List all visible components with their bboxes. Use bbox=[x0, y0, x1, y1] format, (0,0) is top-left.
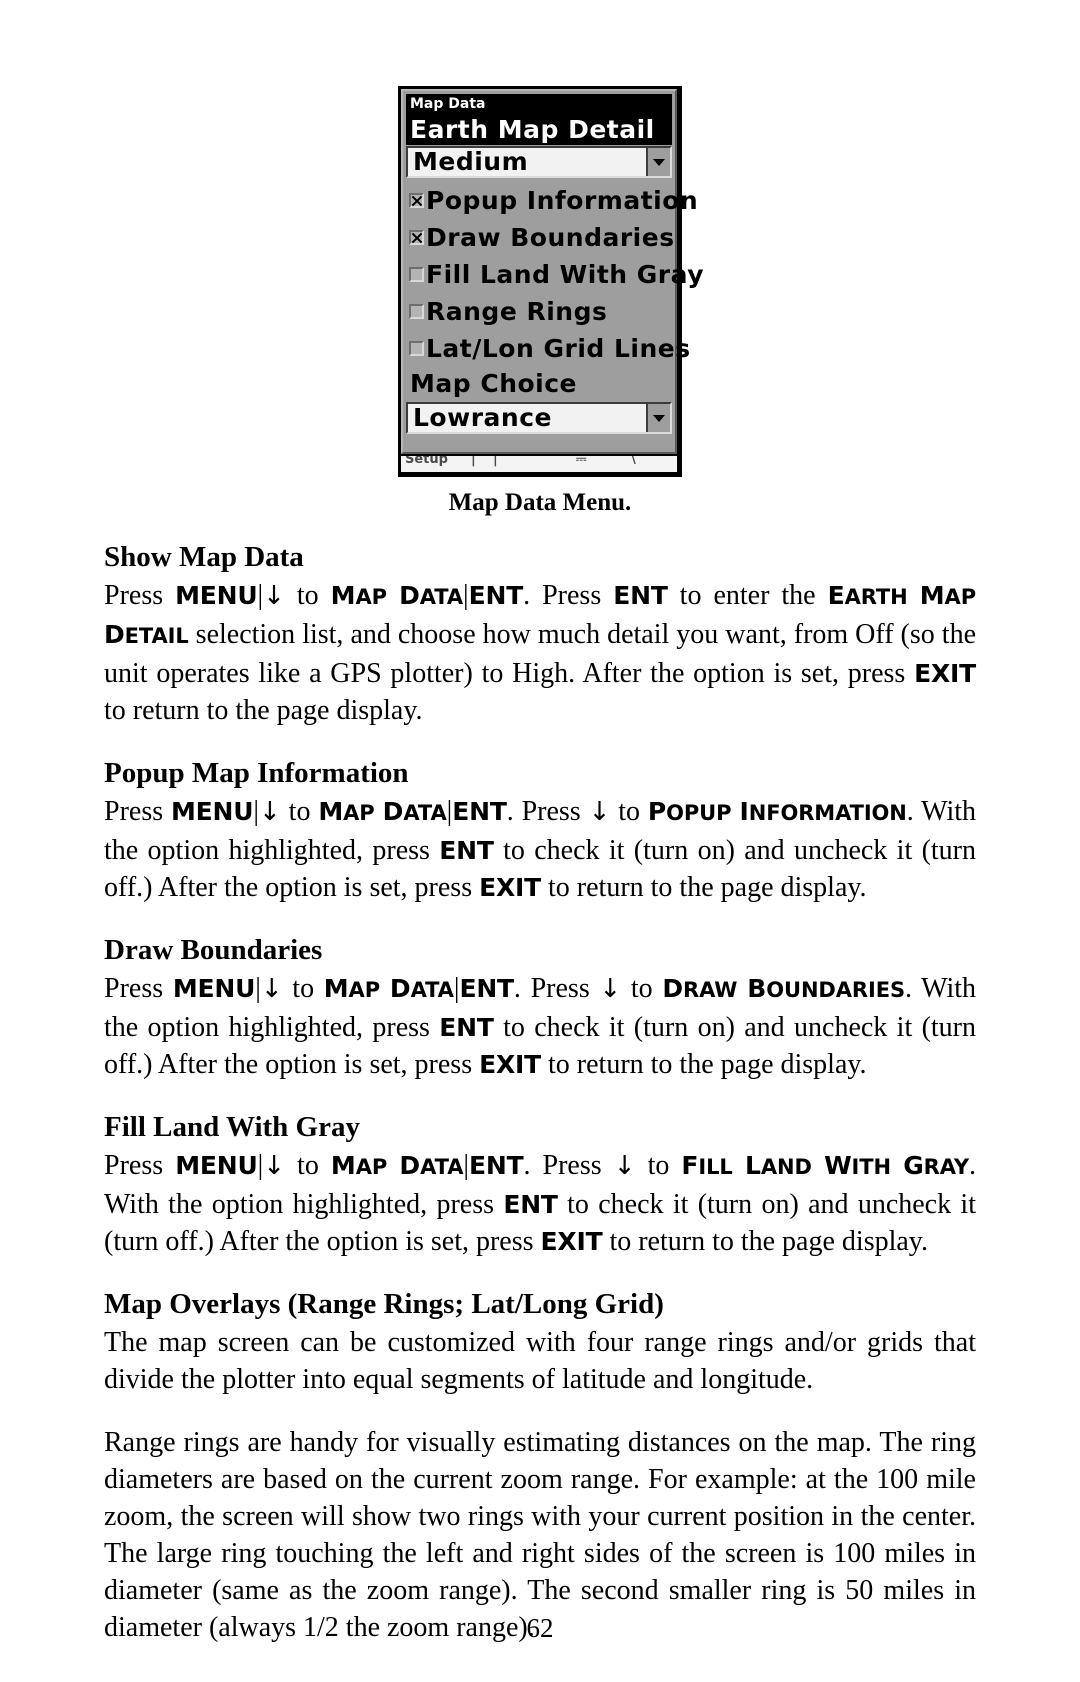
arrow-down-icon: ↓ bbox=[263, 1151, 285, 1181]
menu-checkbox-label: Draw Boundaries bbox=[426, 222, 675, 252]
content-section: Show Map Data Press MENU|↓ to MAP DATA|EN… bbox=[104, 539, 976, 729]
menu-checkbox-lat-lon-grid-lines[interactable]: Lat/Lon Grid Lines bbox=[406, 330, 690, 367]
menu-clipped-row: Setup | | ⎓ \ bbox=[401, 454, 677, 472]
checkbox-unchecked-icon[interactable] bbox=[409, 304, 424, 319]
key-label: EXIT bbox=[540, 1227, 603, 1256]
checkbox-unchecked-icon[interactable] bbox=[409, 267, 424, 282]
checkbox-checked-icon[interactable] bbox=[409, 230, 424, 245]
page-number: 62 bbox=[526, 1613, 554, 1643]
menu-checkbox-draw-boundaries[interactable]: Draw Boundaries bbox=[406, 219, 675, 256]
section-heading: Show Map Data bbox=[104, 541, 304, 573]
menu-titlebar: Map Data bbox=[406, 94, 672, 114]
menu-checkbox-label: Popup Information bbox=[426, 185, 699, 215]
device-menu-panel: Map Data Earth Map Detail Medium Popup I… bbox=[398, 86, 704, 477]
menu-checkbox-popup-information[interactable]: Popup Information bbox=[406, 182, 698, 219]
key-label: ENT bbox=[439, 1013, 494, 1042]
arrow-down-icon: ↓ bbox=[599, 974, 622, 1004]
menu-item-map-choice: Map Choice bbox=[406, 367, 672, 401]
sections-host: Show Map Data Press MENU|↓ to MAP DATA|EN… bbox=[104, 539, 976, 1646]
menu-bottom-strip bbox=[406, 438, 672, 452]
menu-checkbox-label: Range Rings bbox=[426, 296, 608, 326]
earth-map-detail-dropdown[interactable]: Medium bbox=[406, 146, 672, 178]
menu-name-label: POPUP INFORMATION bbox=[647, 797, 907, 826]
section-paragraph: Press MENU|↓ to MAP DATA|ENT. Press ENT … bbox=[104, 580, 976, 726]
figure-map-data-menu: Map Data Earth Map Detail Medium Popup I… bbox=[0, 0, 1080, 517]
arrow-down-icon: ↓ bbox=[613, 1151, 636, 1181]
section-paragraph: Press MENU|↓ to MAP DATA|ENT. Press ↓ to… bbox=[104, 796, 977, 903]
clipped-glyph: | bbox=[493, 454, 498, 467]
section-paragraph: The map screen can be customized with fo… bbox=[104, 1327, 976, 1395]
key-label: ENT bbox=[613, 581, 668, 610]
page-content: Show Map Data Press MENU|↓ to MAP DATA|EN… bbox=[104, 517, 976, 1646]
map-choice-dropdown[interactable]: Lowrance bbox=[406, 402, 672, 434]
map-choice-value: Lowrance bbox=[413, 403, 552, 432]
arrow-down-icon: ↓ bbox=[263, 581, 285, 611]
menu-checkbox-fill-land-with-gray[interactable]: Fill Land With Gray bbox=[406, 256, 704, 293]
key-label: ENT bbox=[468, 581, 524, 610]
device-menu-inner: Map Data Earth Map Detail Medium Popup I… bbox=[401, 89, 704, 454]
menu-name-label: FILL LAND WITH GRAY bbox=[681, 1151, 969, 1180]
key-label: ENT bbox=[439, 836, 494, 865]
chevron-down-icon[interactable] bbox=[646, 404, 670, 432]
key-label: ENT bbox=[468, 1151, 524, 1180]
key-label: EXIT bbox=[914, 659, 976, 688]
menu-name-label: MAP DATA bbox=[318, 797, 447, 826]
menu-checkbox-label: Lat/Lon Grid Lines bbox=[426, 333, 691, 363]
arrow-down-icon: ↓ bbox=[588, 797, 611, 827]
clipped-glyph: \ bbox=[631, 454, 636, 467]
figure-caption: Map Data Menu. bbox=[448, 489, 632, 516]
section-heading: Draw Boundaries bbox=[104, 934, 323, 966]
section-heading: Popup Map Information bbox=[104, 757, 409, 789]
clipped-glyph: Setup bbox=[405, 454, 448, 467]
key-label: MENU bbox=[172, 974, 256, 1003]
content-section: Popup Map Information Press MENU|↓ to MAP… bbox=[104, 755, 976, 906]
arrow-down-icon: ↓ bbox=[260, 974, 283, 1004]
section-paragraph: Press MENU|↓ to MAP DATA|ENT. Press ↓ to… bbox=[104, 973, 977, 1080]
key-label: MENU bbox=[175, 1151, 258, 1180]
clipped-glyph: | bbox=[471, 454, 476, 467]
key-label: EXIT bbox=[479, 873, 542, 902]
key-label: ENT bbox=[503, 1190, 558, 1219]
checkbox-unchecked-icon[interactable] bbox=[409, 341, 424, 356]
menu-item-earth-map-detail[interactable]: Earth Map Detail bbox=[406, 114, 672, 145]
menu-name-label: MAP DATA bbox=[330, 581, 464, 610]
chevron-down-icon[interactable] bbox=[646, 148, 670, 176]
clipped-glyph: ⎓ bbox=[576, 454, 587, 467]
menu-name-label: MAP DATA bbox=[323, 974, 454, 1003]
content-section: Fill Land With Gray Press MENU|↓ to MAP D… bbox=[104, 1109, 976, 1260]
key-label: ENT bbox=[459, 974, 514, 1003]
key-label: EXIT bbox=[479, 1050, 542, 1079]
menu-name-label: MAP DATA bbox=[330, 1151, 464, 1180]
key-label: ENT bbox=[452, 797, 507, 826]
menu-checkbox-range-rings[interactable]: Range Rings bbox=[406, 293, 672, 330]
content-section: Draw Boundaries Press MENU|↓ to MAP DATA|… bbox=[104, 932, 976, 1083]
section-heading: Fill Land With Gray bbox=[104, 1111, 360, 1143]
key-label: MENU bbox=[171, 797, 254, 826]
content-section: Map Overlays (Range Rings; Lat/Long Grid… bbox=[104, 1286, 976, 1646]
arrow-down-icon: ↓ bbox=[259, 797, 281, 827]
section-paragraph: Press MENU|↓ to MAP DATA|ENT. Press ↓ to… bbox=[104, 1150, 976, 1257]
checkbox-checked-icon[interactable] bbox=[409, 193, 424, 208]
menu-checkbox-label: Fill Land With Gray bbox=[426, 259, 705, 289]
section-heading: Map Overlays (Range Rings; Lat/Long Grid… bbox=[104, 1288, 664, 1320]
key-label: MENU bbox=[175, 581, 258, 610]
menu-name-label: DRAW BOUNDARIES bbox=[662, 974, 905, 1003]
earth-map-detail-value: Medium bbox=[413, 147, 529, 176]
